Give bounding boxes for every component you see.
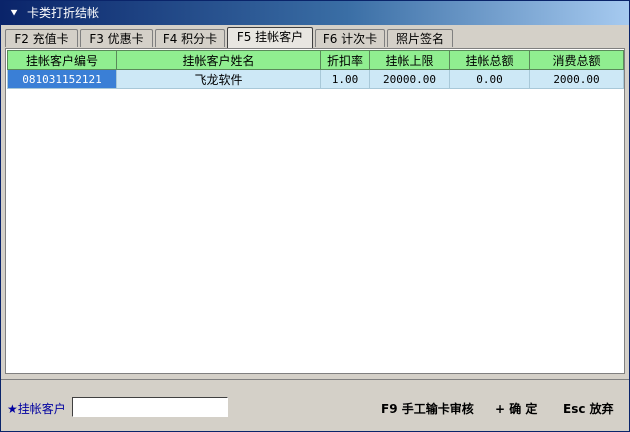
cell-spend-total[interactable]: 2000.00 [529, 69, 624, 89]
main-window: ⯆ 卡类打折结帐 F2 充值卡 F3 优惠卡 F4 积分卡 F5 挂帐客户 F6… [0, 0, 630, 432]
tab-discount-card[interactable]: F3 优惠卡 [80, 29, 153, 47]
credit-customer-input[interactable] [72, 397, 228, 417]
column-header-discount-rate[interactable]: 折扣率 [320, 50, 370, 70]
tab-count-card[interactable]: F6 计次卡 [315, 29, 385, 47]
tab-photo-signature[interactable]: 照片签名 [387, 29, 453, 47]
cell-customer-name[interactable]: 飞龙软件 [116, 69, 321, 89]
column-header-customer-id[interactable]: 挂帐客户编号 [7, 50, 117, 70]
credit-customer-label: ★挂帐客户 [7, 402, 66, 416]
confirm-button[interactable]: + 确 定 [495, 400, 537, 417]
tab-points-card[interactable]: F4 积分卡 [155, 29, 225, 47]
column-header-customer-name[interactable]: 挂帐客户姓名 [116, 50, 321, 70]
table-row[interactable]: 081031152121 飞龙软件 1.00 20000.00 0.00 200… [7, 69, 624, 89]
cell-credit-total[interactable]: 0.00 [449, 69, 530, 89]
column-header-credit-total[interactable]: 挂帐总额 [449, 50, 530, 70]
bottom-bar: ★挂帐客户 F9 手工输卡审核 + 确 定 Esc 放弃 [1, 379, 629, 432]
table-header-row: 挂帐客户编号 挂帐客户姓名 折扣率 挂帐上限 挂帐总额 消费总额 [7, 50, 624, 70]
column-header-credit-limit[interactable]: 挂帐上限 [369, 50, 450, 70]
app-icon: ⯆ [9, 6, 19, 20]
cell-customer-id[interactable]: 081031152121 [7, 69, 117, 89]
manual-card-audit-button[interactable]: F9 手工输卡审核 [381, 400, 474, 417]
cell-credit-limit[interactable]: 20000.00 [369, 69, 450, 89]
customer-table: 挂帐客户编号 挂帐客户姓名 折扣率 挂帐上限 挂帐总额 消费总额 0810311… [7, 50, 624, 89]
window-title: 卡类打折结帐 [27, 6, 100, 20]
data-grid[interactable]: 挂帐客户编号 挂帐客户姓名 折扣率 挂帐上限 挂帐总额 消费总额 0810311… [5, 48, 625, 374]
tab-credit-customer[interactable]: F5 挂帐客户 [227, 27, 313, 48]
title-bar[interactable]: ⯆ 卡类打折结帐 [1, 1, 629, 25]
tab-recharge-card[interactable]: F2 充值卡 [5, 29, 78, 47]
cell-discount-rate[interactable]: 1.00 [320, 69, 370, 89]
cancel-button[interactable]: Esc 放弃 [563, 400, 614, 417]
column-header-spend-total[interactable]: 消费总额 [529, 50, 624, 70]
